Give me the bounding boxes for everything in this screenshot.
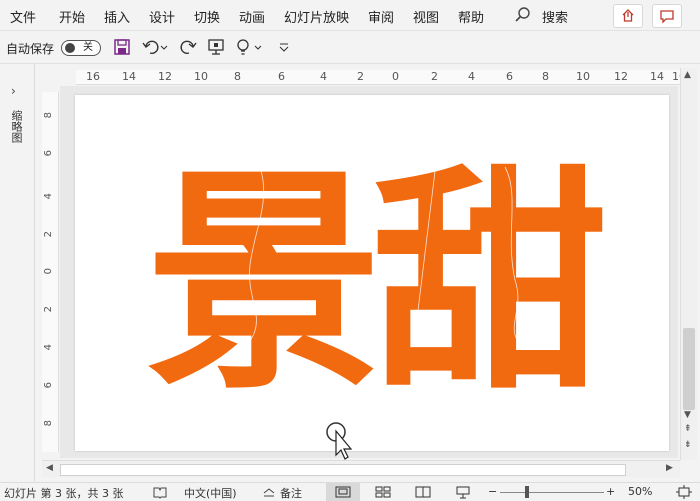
ruler-label: 2: [43, 231, 54, 238]
redo-icon[interactable]: [178, 38, 198, 56]
search-label[interactable]: 搜索: [542, 7, 568, 26]
ruler-label: 14: [122, 70, 136, 83]
chevron-right-icon[interactable]: ›: [11, 84, 16, 98]
autosave-toggle[interactable]: 关: [61, 40, 101, 56]
ruler-label: 8: [43, 420, 54, 427]
slide-info: 幻灯片 第 3 张，共 3 张: [4, 487, 124, 500]
status-bar: 幻灯片 第 3 张，共 3 张 中文(中国) 备注 − + 50%: [0, 482, 700, 501]
autosave-knob: [65, 43, 75, 53]
ruler-label: 14: [650, 70, 664, 83]
normal-view-icon: [335, 486, 351, 498]
menu-help[interactable]: 帮助: [458, 7, 484, 26]
slide-title-text[interactable]: 景甜: [146, 146, 613, 421]
menu-slideshow[interactable]: 幻灯片放映: [284, 7, 349, 26]
ruler-label: 12: [614, 70, 628, 83]
menu-home[interactable]: 开始: [59, 7, 85, 26]
scroll-left-icon[interactable]: ◀: [46, 463, 53, 473]
menu-review[interactable]: 审阅: [368, 7, 394, 26]
horizontal-ruler: 16 14 12 10 8 6 4 2 0 2 4 6 8 10 12 14 1…: [76, 70, 686, 85]
menu-design[interactable]: 设计: [149, 7, 175, 26]
zoom-in-button[interactable]: +: [606, 485, 615, 498]
next-slide-icon[interactable]: ⇟: [684, 440, 692, 450]
autosave-state: 关: [83, 42, 93, 53]
zoom-percent[interactable]: 50%: [628, 485, 652, 498]
ruler-label: 2: [431, 70, 438, 83]
thumbnail-label[interactable]: 缩略图: [9, 110, 23, 143]
share-button[interactable]: [613, 4, 643, 28]
scroll-up-icon[interactable]: ▲: [684, 70, 691, 80]
slide-sorter-icon[interactable]: [375, 486, 391, 498]
mouse-cursor-icon: [326, 422, 353, 460]
vertical-ruler: 8 6 4 2 0 2 4 6 8: [42, 92, 59, 452]
comment-icon: [660, 10, 674, 24]
vertical-scrollbar[interactable]: ▲ ▼ ⇞ ⇟: [680, 68, 697, 460]
ruler-label: 2: [357, 70, 364, 83]
menu-insert[interactable]: 插入: [104, 7, 130, 26]
slide[interactable]: 景甜: [75, 95, 669, 451]
quick-access-toolbar: 自动保存 关: [0, 31, 700, 64]
ruler-label: 0: [392, 70, 399, 83]
ruler-label: 8: [542, 70, 549, 83]
menu-transitions[interactable]: 切换: [194, 7, 220, 26]
menu-bar: 文件 开始 插入 设计 切换 动画 幻灯片放映 审阅 视图 帮助 搜索: [0, 0, 700, 31]
notes-icon[interactable]: [262, 487, 276, 498]
ruler-label: 10: [194, 70, 208, 83]
zoom-slider-thumb[interactable]: [525, 486, 529, 498]
slideshow-view-icon[interactable]: [455, 486, 471, 499]
ruler-label: 12: [158, 70, 172, 83]
undo-icon[interactable]: [141, 38, 169, 56]
reading-view-icon[interactable]: [415, 486, 431, 498]
scroll-right-icon[interactable]: ▶: [666, 463, 673, 473]
ruler-label: 6: [278, 70, 285, 83]
horizontal-scroll-thumb[interactable]: [60, 464, 626, 476]
lightbulb-icon[interactable]: [234, 38, 264, 56]
scroll-down-icon[interactable]: ▼: [684, 410, 691, 420]
comments-button[interactable]: [652, 4, 682, 28]
notes-button[interactable]: 备注: [280, 485, 302, 501]
menu-file[interactable]: 文件: [10, 7, 36, 26]
thumbnail-panel: › 缩略图: [0, 64, 35, 482]
horizontal-scrollbar[interactable]: ◀ ▶: [42, 460, 680, 477]
ruler-label: 4: [43, 193, 54, 200]
autosave-label: 自动保存: [6, 42, 55, 56]
ruler-label: 0: [43, 268, 54, 275]
ruler-label: 6: [506, 70, 513, 83]
menu-view[interactable]: 视图: [413, 7, 439, 26]
share-icon: [622, 9, 634, 22]
ruler-label: 16: [86, 70, 100, 83]
previous-slide-icon[interactable]: ⇞: [684, 424, 692, 434]
menu-animations[interactable]: 动画: [239, 7, 265, 26]
ruler-label: 4: [320, 70, 327, 83]
ruler-label: 6: [43, 150, 54, 157]
slide-art: 景甜: [146, 146, 613, 421]
fit-to-window-icon[interactable]: [676, 485, 692, 499]
zoom-out-button[interactable]: −: [488, 485, 497, 498]
customize-toolbar-icon[interactable]: [276, 38, 292, 56]
vertical-scroll-thumb[interactable]: [683, 328, 695, 410]
zoom-slider[interactable]: [500, 492, 604, 493]
ruler-label: 8: [234, 70, 241, 83]
save-icon[interactable]: [112, 38, 132, 56]
ruler-label: 4: [43, 344, 54, 351]
presentation-icon[interactable]: [206, 38, 226, 56]
ruler-label: 8: [43, 112, 54, 119]
ruler-label: 10: [576, 70, 590, 83]
ruler-label: 6: [43, 382, 54, 389]
ruler-label: 2: [43, 306, 54, 313]
ruler-label: 4: [468, 70, 475, 83]
spellcheck-icon[interactable]: [152, 486, 168, 499]
search-icon[interactable]: [514, 6, 532, 24]
language-indicator[interactable]: 中文(中国): [184, 485, 237, 501]
